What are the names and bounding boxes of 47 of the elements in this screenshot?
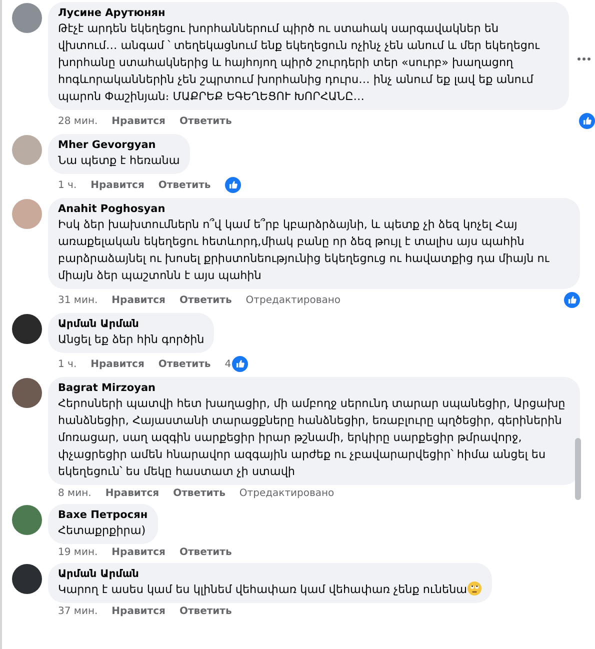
comment-text: Անցել եք ձեր հին գործին	[58, 332, 204, 348]
reply-link[interactable]: Ответить	[179, 294, 232, 306]
author-name[interactable]: Bagrat Mirzoyan	[58, 381, 570, 395]
author-name[interactable]: Արման Արման	[58, 567, 482, 581]
reply-link[interactable]: Ответить	[158, 358, 211, 370]
comment-time: 28 мин.	[58, 116, 98, 126]
reply-link[interactable]: Ответить	[179, 606, 232, 617]
comment-text: Իսկ ձեր խախտումներն ո՞վ կամ ե՞րբ կբարձրձայնի, և պետք չի ձեզ կոչել Հայ առաքելական եկեղեցու հետևորդ,միակ բանը որ ձեզ թույլ է տալիս այս պահին բարձրաձայնել ու խոսել քրիստոնեությունից եկեղեցուց ու հավատքից դա միայն ու միայն ձեր պաշտոնն է այս պահին	[58, 217, 550, 284]
comment-time: 8 мин.	[58, 488, 92, 499]
reply-link[interactable]: Ответить	[158, 180, 211, 190]
avatar[interactable]	[12, 564, 42, 594]
author-name[interactable]: Արման Արման	[58, 317, 204, 331]
like-link[interactable]: Нравится	[112, 116, 166, 126]
like-link[interactable]: Нравится	[90, 358, 144, 370]
like-icon[interactable]	[579, 113, 595, 129]
like-link[interactable]: Нравится	[112, 547, 166, 558]
reply-link[interactable]: Ответить	[179, 547, 232, 558]
author-name[interactable]: Лусине Арутюнян	[58, 6, 559, 20]
author-name[interactable]: Вахе Петросян	[58, 508, 148, 522]
like-link[interactable]: Нравится	[105, 488, 160, 499]
comment-text: Հերոսների պատվի հետ խաղացիր, մի ամբողջ սերունդ տարար սպանեցիր, Արցախը հանձնեցիր, Հայաստանի տարացքները հանձնեցիր, եռաբլուրը պղծեցիր, գերիներին մոռացար, սաղ ազգին սարքեցիր իրար թշնամի, երկիրը սարքեցիր թմրավորջ, փչացրեցիր ամեն հնարավոր ազգային արժեք ու չբավարարվեցիր՝ հիմա անցել ես եկեղեցուն՝ ես մեկը հաստատ չի ստավի	[58, 396, 566, 480]
comment-time: 1 ч.	[58, 358, 77, 370]
comment-time: 31 мин.	[58, 294, 98, 306]
more-icon	[577, 56, 591, 60]
reaction-count: 4	[224, 358, 232, 370]
author-name[interactable]: Mher Gevorgyan	[58, 138, 180, 152]
like-icon[interactable]	[224, 177, 241, 193]
comment-text: Հետաքրքիրա)	[58, 523, 147, 539]
scrollbar[interactable]	[575, 438, 581, 500]
avatar[interactable]	[12, 314, 42, 344]
author-name[interactable]: Anahit Poghosyan	[58, 202, 570, 216]
comment-time: 1 ч.	[58, 180, 77, 190]
comment-time: 19 мин.	[58, 547, 98, 558]
reply-link[interactable]: Ответить	[179, 116, 232, 126]
comment-text: Նա պետք է հեռանա	[58, 153, 180, 169]
comment-text: Թէչէ արդեն եկեղեցու խորհաններում պիրծ ու ստահակ սարգավակներ են վխտում… անգամ ՝ տեղեկացնում ենք եկեղեցուն ոչինչ չեն անում և մեր եկեղեցու խորհանը ստահակներից և հայհոյող պիրծ շուրդերի տեր «սուրբ» խաղացող հոգևորականներին չեն շպրտում խորհանից դուրս… ինչ անում եք լավ եք անում պարոն Փաշինյան։ ՄԱՔՐԵՔ ԵԳԵՂԵՑՈՒ ԽՈՐՀԱՆԸ…	[58, 21, 541, 105]
like-link[interactable]: Нравится	[90, 180, 144, 190]
comment-text: Կարող է ասես կամ ես կլինեմ վեհափառ կամ վեհափառ չենք ունենա	[58, 581, 482, 598]
edited-label: Отредактировано	[239, 488, 334, 499]
like-icon[interactable]	[564, 292, 580, 308]
reply-link[interactable]: Ответить	[173, 488, 226, 499]
like-icon[interactable]	[232, 356, 248, 372]
comment-time: 37 мин.	[58, 606, 98, 617]
edited-label: Отредактировано	[246, 294, 341, 306]
avatar[interactable]	[12, 378, 42, 408]
like-link[interactable]: Нравится	[112, 294, 166, 306]
like-link[interactable]: Нравится	[112, 606, 166, 617]
